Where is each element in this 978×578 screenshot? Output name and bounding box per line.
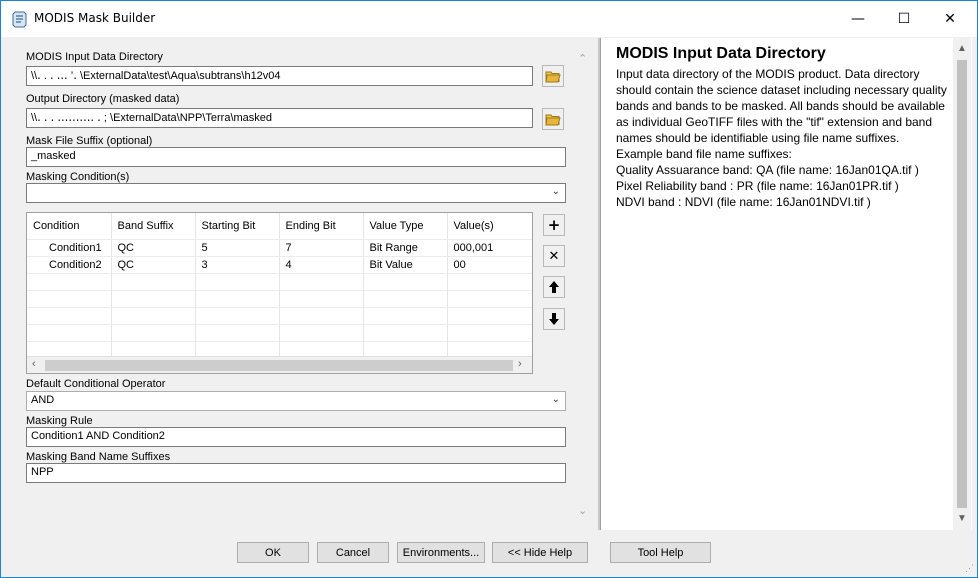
environments-button[interactable]: Environments... [397,542,485,563]
input-dir-label: MODIS Input Data Directory [26,51,163,63]
col-values[interactable]: Value(s) [447,213,532,240]
help-scrollbar[interactable]: ▲ ▼ [953,38,971,530]
maximize-button[interactable]: ☐ [881,1,927,37]
cancel-button[interactable]: Cancel [317,542,389,563]
table-row-empty [27,307,532,325]
parameters-scrollbar[interactable]: ⌃ ⌄ [575,38,592,530]
col-ending-bit[interactable]: Ending Bit [279,213,364,240]
scroll-up-icon[interactable]: ▲ [957,43,967,54]
table-horizontal-scrollbar[interactable]: ‹ › [27,356,532,373]
suffix-field[interactable]: _masked [26,147,566,167]
help-paragraph: Input data directory of the MODIS produc… [616,67,947,145]
output-dir-label: Output Directory (masked data) [26,93,180,105]
chevron-down-icon: ⌄ [551,186,560,197]
table-cell[interactable]: Condition2 [27,256,112,274]
table-row[interactable]: Condition2 QC 3 4 Bit Value 00 [27,256,532,274]
masking-condition-dropdown[interactable]: ⌄ [26,183,566,203]
rule-label: Masking Rule [26,415,93,427]
output-dir-browse-button[interactable] [542,108,564,130]
table-cell[interactable]: Condition1 [27,239,112,257]
table-cell[interactable]: QC [111,239,196,257]
table-cell[interactable]: QC [111,256,196,274]
input-dir-field[interactable]: \\․ . ․ ․․․ ’․ \ExternalData\test\Aqua\s… [26,66,533,86]
open-folder-icon [545,71,561,83]
scroll-down-icon[interactable]: ▼ [957,513,967,524]
move-up-button[interactable] [543,276,565,298]
rule-field[interactable]: Condition1 AND Condition2 [26,427,566,447]
table-cell[interactable]: 3 [195,256,280,274]
band-suffixes-field[interactable]: NPP [26,463,566,483]
help-line: Quality Assuarance band: QA (file name: … [616,163,919,177]
conditions-table: Condition Band Suffix Starting Bit Endin… [26,212,533,374]
scrollbar-thumb[interactable] [957,60,967,508]
masking-condition-label: Masking Condition(s) [26,171,130,183]
help-body: Input data directory of the MODIS produc… [616,66,956,210]
operator-dropdown[interactable]: AND ⌄ [26,391,566,411]
table-cell[interactable]: Bit Range [363,239,448,257]
scrollbar-thumb[interactable] [45,360,513,371]
table-cell[interactable]: 5 [195,239,280,257]
table-cell[interactable]: 7 [279,239,364,257]
operator-label: Default Conditional Operator [26,378,166,390]
operator-value: AND [31,394,55,406]
add-condition-button[interactable]: + [543,214,565,236]
col-band-suffix[interactable]: Band Suffix [111,213,196,240]
tool-help-button[interactable]: Tool Help [610,542,711,563]
band-suffixes-label: Masking Band Name Suffixes [26,451,171,463]
minimize-button[interactable]: — [835,1,881,37]
button-bar: OK Cancel Environments... << Hide Help T… [1,531,977,577]
parameters-pane: MODIS Input Data Directory \\․ . ․ ․․․ ’… [9,38,597,530]
close-button[interactable]: ✕ [927,1,973,37]
scroll-down-icon[interactable]: ⌄ [578,504,587,517]
hide-help-button[interactable]: << Hide Help [492,542,588,563]
modis-mask-builder-window: MODIS Mask Builder — ☐ ✕ MODIS Input Dat… [0,0,978,578]
window-title: MODIS Mask Builder [34,11,156,25]
chevron-down-icon: ⌄ [551,394,560,405]
scroll-right-icon[interactable]: › [518,358,522,370]
geoprocessing-scroll-icon [12,11,27,28]
scroll-up-icon[interactable]: ⌃ [578,52,587,65]
help-line: Pixel Reliability band : PR (file name: … [616,179,899,193]
arrow-up-icon [549,281,559,293]
scroll-left-icon[interactable]: ‹ [32,358,36,370]
arrow-down-icon [549,313,559,325]
plus-icon: + [547,216,561,234]
table-row-empty [27,324,532,342]
suffix-label: Mask File Suffix (optional) [26,135,153,147]
open-folder-icon [545,114,561,126]
help-pane: MODIS Input Data Directory Input data di… [600,38,972,530]
table-cell[interactable]: 00 [447,256,532,274]
title-bar: MODIS Mask Builder — ☐ ✕ [1,1,977,37]
move-down-button[interactable] [543,308,565,330]
output-dir-field[interactable]: \\․ ․ ․ ․․․․․․․․․․ ․ ; \ExternalData\NPP… [26,108,533,128]
resize-grip-icon[interactable]: ⋰ [965,563,974,574]
remove-condition-button[interactable]: ✕ [543,245,565,267]
x-icon: ✕ [548,248,560,264]
table-cell[interactable]: 000,001 [447,239,532,257]
input-dir-browse-button[interactable] [542,65,564,87]
help-title: MODIS Input Data Directory [616,45,826,62]
help-line: Example band file name suffixes: [616,147,792,161]
table-cell[interactable]: Bit Value [363,256,448,274]
help-line: NDVI band : NDVI (file name: 16Jan01NDVI… [616,195,871,209]
col-starting-bit[interactable]: Starting Bit [195,213,280,240]
table-row[interactable]: Condition1 QC 5 7 Bit Range 000,001 [27,239,532,257]
table-header-row: Condition Band Suffix Starting Bit Endin… [27,213,532,240]
col-value-type[interactable]: Value Type [363,213,448,240]
ok-button[interactable]: OK [237,542,309,563]
table-row-empty [27,290,532,308]
col-condition[interactable]: Condition [27,213,112,240]
table-cell[interactable]: 4 [279,256,364,274]
table-row-empty [27,273,532,291]
